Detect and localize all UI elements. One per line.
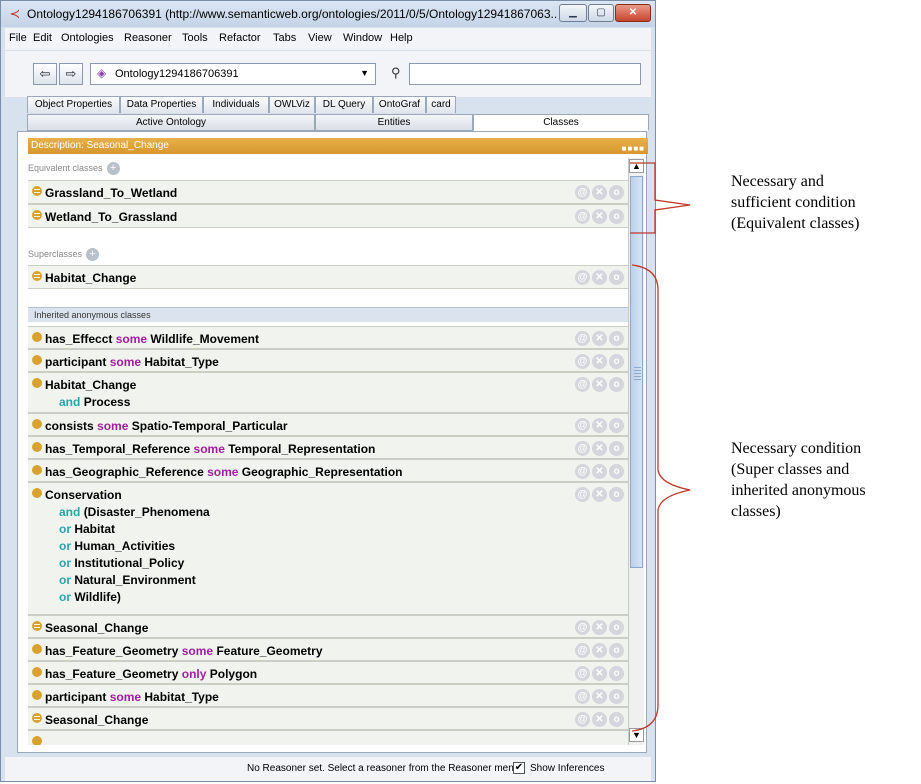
annotation-line: inherited anonymous (731, 482, 866, 499)
annotation-brackets (630, 162, 691, 732)
nc-annotation: Necessary condition (Super classes and i… (731, 438, 866, 522)
nc-bracket (631, 264, 691, 732)
annotation-line: classes) (731, 503, 781, 520)
nsc-bracket (630, 162, 691, 234)
annotation-line: (Super classes and (731, 461, 850, 478)
nsc-annotation: Necessary and sufficient condition (Equi… (731, 171, 859, 234)
annotation-line: sufficient condition (731, 194, 856, 211)
annotation-line: (Equivalent classes) (731, 215, 860, 232)
annotation-line: Necessary condition (731, 440, 862, 457)
annotation-line: Necessary and (731, 173, 824, 190)
